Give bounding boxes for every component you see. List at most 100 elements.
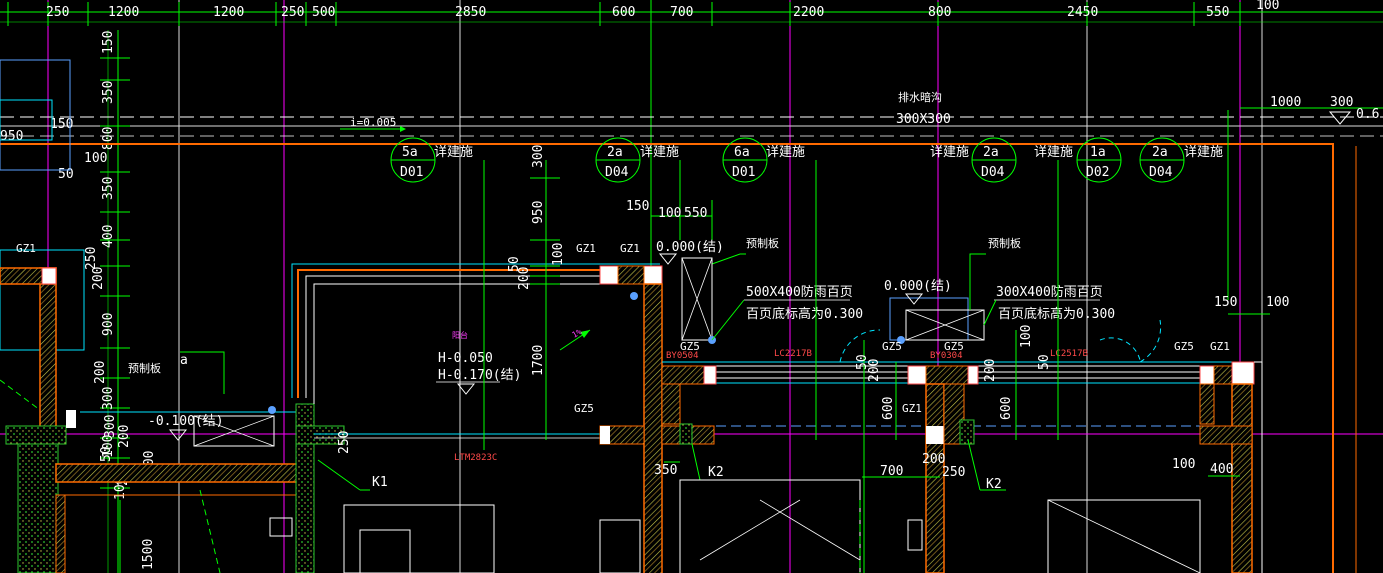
by2-label: BY0304: [930, 351, 963, 361]
svg-text:D04: D04: [981, 165, 1005, 180]
left-misc-50b: 50: [99, 446, 114, 462]
elev-mid: 0.000(结): [656, 240, 724, 255]
axis-a-label: a: [180, 353, 188, 368]
gz5-right: GZ5: [1174, 340, 1194, 353]
dim-100-v: 100: [551, 243, 566, 266]
svg-text:详建施: 详建施: [1184, 145, 1223, 160]
dim-150-mid: 150: [626, 199, 649, 214]
vent1-size: 500X400防雨百页: [746, 284, 853, 300]
left-dim-8: 900: [101, 313, 116, 336]
dim-250-v: 250: [337, 431, 352, 454]
gz5-shaft1: GZ5: [680, 340, 700, 353]
middle-block: 150 100 550 0.000(结) 预制板 500X400防雨百页 百页底…: [599, 110, 1240, 573]
svg-text:详建施: 详建施: [434, 145, 473, 160]
top-dim-3: 1200: [213, 5, 244, 20]
svg-text:D01: D01: [400, 165, 423, 180]
gz1-shaft: GZ1: [902, 402, 922, 415]
slope-pct: 1%: [571, 327, 584, 340]
axis-lines: [0, 0, 1383, 573]
right-top-annotations: 1000 300 0.6: [1240, 95, 1383, 125]
left-misc-950: 950: [0, 129, 23, 144]
gz1-mid2: GZ1: [620, 242, 640, 255]
left-dim-7: 200: [91, 267, 106, 290]
gz1-left: GZ1: [16, 242, 36, 255]
svg-text:详建施: 详建施: [640, 145, 679, 160]
svg-text:详建施: 详建施: [930, 145, 969, 160]
dim-50-v: 50: [507, 256, 522, 272]
top-dim-10: 800: [928, 5, 951, 20]
dim-100-mid: 100: [658, 206, 681, 221]
dim-100-b: 100: [1019, 325, 1034, 348]
trench-label: 排水暗沟: [898, 90, 942, 104]
slope-label: i=0.005: [350, 116, 396, 129]
top-dim-11: 2450: [1067, 5, 1098, 20]
trench-size: 300X300: [896, 112, 951, 127]
left-dim-4: 350: [101, 177, 116, 200]
top-dim-4: 250: [281, 5, 304, 20]
svg-text:2a: 2a: [607, 145, 623, 160]
svg-text:D04: D04: [1149, 165, 1173, 180]
svg-text:2a: 2a: [1152, 145, 1168, 160]
dim-150-right: 150: [1214, 295, 1237, 310]
svg-text:详建施: 详建施: [766, 145, 805, 160]
svg-text:D02: D02: [1086, 165, 1109, 180]
left-dim-9: 200: [93, 361, 108, 384]
right-elev-06: 0.6: [1356, 107, 1379, 122]
left-dim-6: 250: [84, 247, 99, 270]
dim-1700-v: 1700: [531, 345, 546, 376]
left-dim-11: 200: [117, 425, 132, 448]
left-dim-2: 350: [101, 81, 116, 104]
dim-250-bottom: 250: [942, 465, 965, 480]
top-dim-2: 1200: [108, 5, 139, 20]
k1-label: K1: [372, 475, 388, 490]
dim-950-v: 950: [531, 201, 546, 224]
dim-600-b: 600: [999, 397, 1014, 420]
left-dim-3: 800: [101, 127, 116, 150]
svg-text:2a: 2a: [983, 145, 999, 160]
cad-drawing-canvas[interactable]: 250 1200 1200 250 500 2850 600 700 2200 …: [0, 0, 1383, 573]
gz1-mid1: GZ1: [576, 242, 596, 255]
elev-left: -0.100(结): [148, 414, 224, 429]
balcony-h1: H-0.050: [438, 351, 493, 366]
prefab-right: 预制板: [988, 236, 1021, 250]
top-dim-1: 250: [46, 5, 69, 20]
prefab-mid: 预制板: [746, 236, 779, 250]
top-dim-13: 100: [1256, 0, 1279, 13]
left-dim-10: 300: [101, 387, 116, 410]
prefab-left: 预制板: [128, 361, 161, 375]
dim-600-a: 600: [881, 397, 896, 420]
k2-left: K2: [708, 465, 724, 480]
dim-700-bottom: 700: [880, 464, 903, 479]
left-dim-5: 400: [101, 225, 116, 248]
dim-100-right-b: 100: [1172, 457, 1195, 472]
svg-text:详建施: 详建施: [1034, 145, 1073, 160]
svg-text:6a: 6a: [734, 145, 750, 160]
drain-trench: 排水暗沟 300X300 i=0.005: [0, 90, 1383, 137]
balcony-h2: H-0.170(结): [438, 368, 521, 383]
lc1-label: LC2217B: [774, 349, 812, 359]
balcony-block: 1% 阳台 H-0.050 H-0.170(结) LTM2823C 300 95…: [291, 145, 663, 573]
left-dim-15: 1500: [141, 539, 156, 570]
ltm-label: LTM2823C: [454, 453, 497, 463]
dim-550-mid: 550: [684, 206, 707, 221]
lc2-label: LC2517B: [1050, 349, 1088, 359]
svg-text:D04: D04: [605, 165, 629, 180]
svg-text:1a: 1a: [1090, 145, 1106, 160]
right-dim-1000: 1000: [1270, 95, 1301, 110]
dim-350-bottom: 350: [654, 463, 677, 478]
right-dim-300: 300: [1330, 95, 1353, 110]
vent1-elev: 百页底标高为0.300: [746, 306, 863, 322]
left-misc-300: 300: [103, 415, 118, 438]
dim-400-right: 400: [1210, 462, 1233, 477]
left-dim-1: 150: [101, 31, 116, 54]
top-dim-8: 700: [670, 5, 693, 20]
balcony-label: 阳台: [452, 330, 468, 340]
top-dim-9: 2200: [793, 5, 824, 20]
elev-right: 0.000(结): [884, 279, 952, 294]
dim-200-a: 200: [867, 359, 882, 382]
dim-100-right: 100: [1266, 295, 1289, 310]
svg-text:D01: D01: [732, 165, 755, 180]
top-dim-6: 2850: [455, 5, 486, 20]
gz1-right: GZ1: [1210, 340, 1230, 353]
top-dimension-chain: 250 1200 1200 250 500 2850 600 700 2200 …: [0, 0, 1383, 26]
